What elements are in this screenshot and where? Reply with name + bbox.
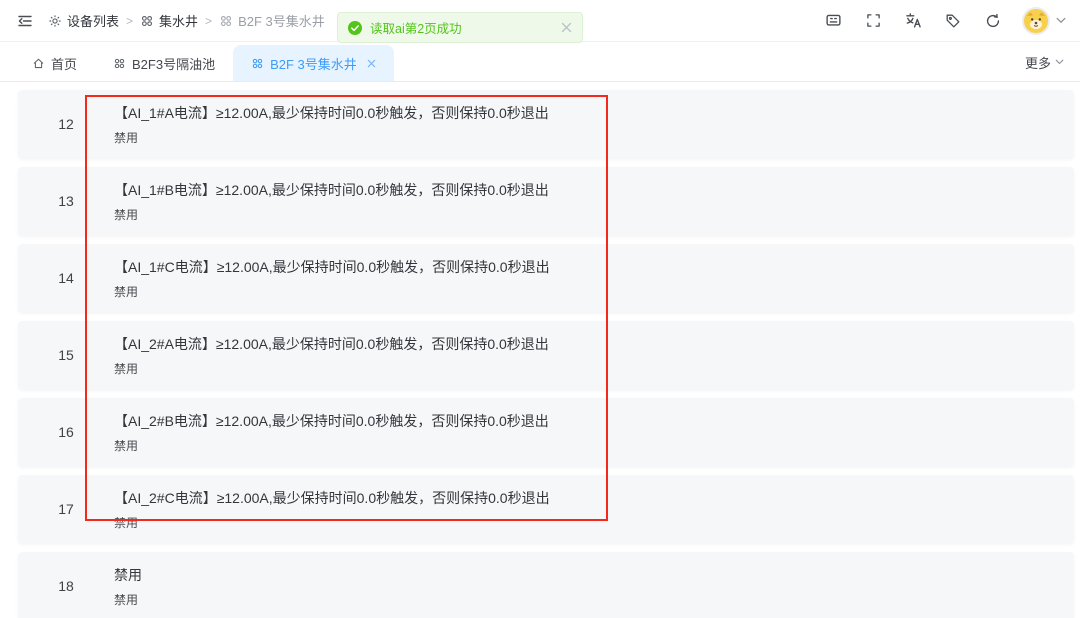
- row-rule: 【AI_2#C电流】≥12.00A,最少保持时间0.0秒触发，否则保持0.0秒退…: [114, 488, 550, 508]
- toast-message: 读取ai第2页成功: [370, 18, 553, 37]
- tabs-more-dropdown[interactable]: 更多: [1025, 42, 1064, 82]
- row-status: 禁用: [114, 514, 550, 531]
- rule-row[interactable]: 14 【AI_1#C电流】≥12.00A,最少保持时间0.0秒触发，否则保持0.…: [18, 244, 1074, 312]
- app-root: 设备列表 > 集水井 >: [0, 0, 1080, 618]
- success-toast: 读取ai第2页成功: [337, 12, 583, 43]
- grid-dots-icon: [140, 14, 154, 28]
- translate-icon[interactable]: [902, 10, 924, 32]
- row-rule: 【AI_2#B电流】≥12.00A,最少保持时间0.0秒触发，否则保持0.0秒退…: [114, 411, 549, 431]
- breadcrumb-separator: >: [126, 14, 133, 28]
- row-index: 12: [18, 116, 114, 132]
- grid-dots-icon: [219, 14, 233, 28]
- chevron-down-icon: [1056, 17, 1066, 24]
- tab-home[interactable]: 首页: [14, 45, 95, 81]
- breadcrumb-label: 集水井: [159, 11, 198, 30]
- tab-b2f3-grease-trap[interactable]: B2F3号隔油池: [95, 45, 233, 81]
- row-index: 14: [18, 270, 114, 286]
- row-rule: 【AI_1#B电流】≥12.00A,最少保持时间0.0秒触发，否则保持0.0秒退…: [114, 180, 549, 200]
- breadcrumb-item-current: B2F 3号集水井: [219, 11, 325, 30]
- rule-row[interactable]: 12 【AI_1#A电流】≥12.00A,最少保持时间0.0秒触发，否则保持0.…: [18, 90, 1074, 158]
- rule-row[interactable]: 18 禁用 禁用: [18, 552, 1074, 618]
- row-rule: 禁用: [114, 565, 142, 585]
- row-rule: 【AI_2#A电流】≥12.00A,最少保持时间0.0秒触发，否则保持0.0秒退…: [114, 334, 549, 354]
- breadcrumb-label: 设备列表: [67, 11, 119, 30]
- row-status: 禁用: [114, 591, 142, 608]
- header-actions: [822, 7, 1066, 35]
- row-status: 禁用: [114, 360, 549, 377]
- chevron-down-icon: [1055, 59, 1064, 65]
- sidebar-fold-icon[interactable]: [14, 10, 36, 32]
- row-status: 禁用: [114, 129, 549, 146]
- fullscreen-icon[interactable]: [862, 10, 884, 32]
- page-tabbar: 首页 B2F3号隔油池 B2F 3号集水井: [0, 42, 1080, 82]
- avatar: [1022, 7, 1050, 35]
- success-check-icon: [348, 21, 362, 35]
- more-label: 更多: [1025, 53, 1051, 72]
- row-status: 禁用: [114, 206, 549, 223]
- breadcrumb-separator: >: [205, 14, 212, 28]
- toast-close-icon[interactable]: [561, 22, 572, 33]
- rule-row[interactable]: 15 【AI_2#A电流】≥12.00A,最少保持时间0.0秒触发，否则保持0.…: [18, 321, 1074, 389]
- breadcrumb-label: B2F 3号集水井: [238, 11, 325, 30]
- grid-dots-icon: [251, 57, 264, 70]
- row-index: 18: [18, 578, 114, 594]
- row-rule: 【AI_1#A电流】≥12.00A,最少保持时间0.0秒触发，否则保持0.0秒退…: [114, 103, 549, 123]
- row-status: 禁用: [114, 437, 549, 454]
- rule-row[interactable]: 13 【AI_1#B电流】≥12.00A,最少保持时间0.0秒触发，否则保持0.…: [18, 167, 1074, 235]
- refresh-icon[interactable]: [982, 10, 1004, 32]
- gear-icon: [48, 14, 62, 28]
- row-index: 15: [18, 347, 114, 363]
- row-status: 禁用: [114, 283, 550, 300]
- row-index: 13: [18, 193, 114, 209]
- breadcrumb-item-sump[interactable]: 集水井: [140, 11, 198, 30]
- breadcrumb: 设备列表 > 集水井 >: [48, 11, 325, 30]
- row-index: 17: [18, 501, 114, 517]
- rule-row[interactable]: 17 【AI_2#C电流】≥12.00A,最少保持时间0.0秒触发，否则保持0.…: [18, 475, 1074, 543]
- tab-label: B2F3号隔油池: [132, 54, 215, 73]
- row-index: 16: [18, 424, 114, 440]
- tab-label: B2F 3号集水井: [270, 54, 357, 73]
- grid-dots-icon: [113, 57, 126, 70]
- tab-close-icon[interactable]: [367, 59, 376, 68]
- row-rule: 【AI_1#C电流】≥12.00A,最少保持时间0.0秒触发，否则保持0.0秒退…: [114, 257, 550, 277]
- home-icon: [32, 57, 45, 70]
- breadcrumb-item-device-list[interactable]: 设备列表: [48, 11, 119, 30]
- tab-b2f3-sump-active[interactable]: B2F 3号集水井: [233, 45, 394, 81]
- user-menu[interactable]: [1022, 7, 1066, 35]
- monitor-icon[interactable]: [822, 10, 844, 32]
- tag-icon[interactable]: [942, 10, 964, 32]
- tab-label: 首页: [51, 54, 77, 73]
- rule-row[interactable]: 16 【AI_2#B电流】≥12.00A,最少保持时间0.0秒触发，否则保持0.…: [18, 398, 1074, 466]
- rule-list: 12 【AI_1#A电流】≥12.00A,最少保持时间0.0秒触发，否则保持0.…: [0, 82, 1080, 618]
